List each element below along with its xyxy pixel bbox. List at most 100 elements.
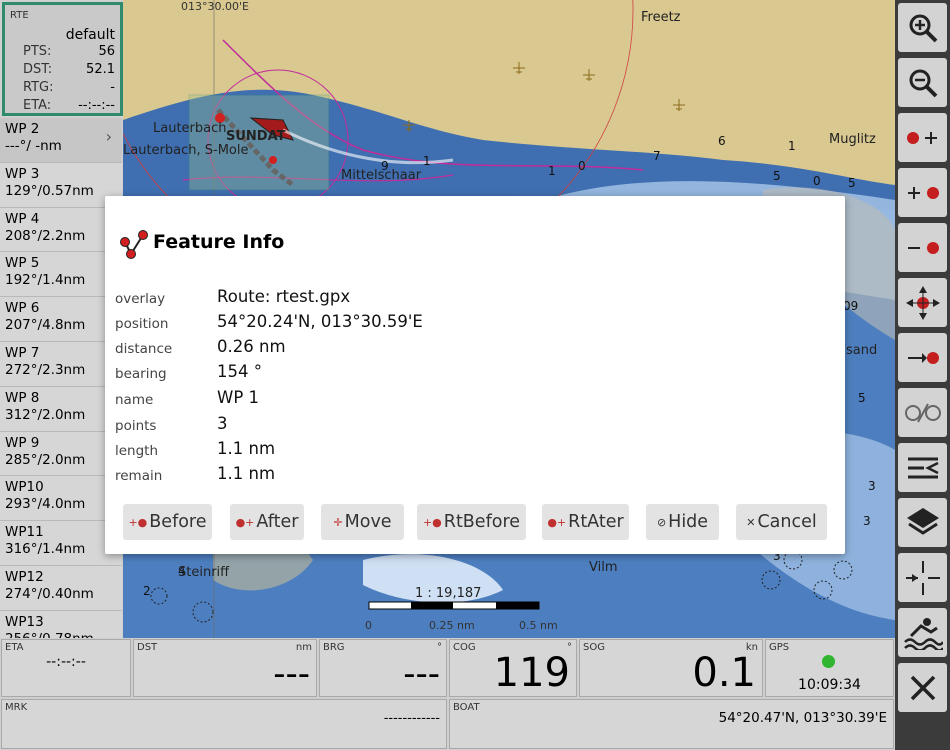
svg-text:09: 09 xyxy=(843,299,858,313)
svg-text:1: 1 xyxy=(548,164,556,178)
move-icon: ✛ xyxy=(333,515,343,529)
eta-cell[interactable]: ETA --:--:-- xyxy=(1,639,131,697)
close-button[interactable] xyxy=(898,663,947,712)
boat-label: BOAT xyxy=(453,702,480,713)
eta-value: --:--:-- xyxy=(46,654,86,670)
boat-cell[interactable]: BOAT 54°20.47'N, 013°30.39'E xyxy=(449,699,894,749)
eta-label: ETA xyxy=(5,642,24,653)
field-overlay: overlay Route: rtest.gpx xyxy=(115,287,351,307)
route-feature-icon xyxy=(120,230,148,259)
sog-label: SOG xyxy=(583,642,605,653)
waypoint-item[interactable]: WP 5 192°/1.4nm xyxy=(0,252,122,298)
sog-cell[interactable]: SOG kn 0.1 xyxy=(579,639,763,697)
dst-cell[interactable]: DST nm --- xyxy=(133,639,317,697)
cog-cell[interactable]: COG ° 119 xyxy=(449,639,577,697)
waypoint-item[interactable]: WP 4 208°/2.2nm xyxy=(0,207,122,253)
field-length: length 1.1 nm xyxy=(115,439,276,459)
waypoint-item[interactable]: WP11 316°/1.4nm xyxy=(0,521,122,566)
center-icon xyxy=(905,285,940,320)
brg-cell[interactable]: BRG ° --- xyxy=(319,639,447,697)
svg-text:3: 3 xyxy=(868,479,876,493)
waypoint-item[interactable]: WP10 293°/4.0nm xyxy=(0,476,122,522)
waypoint-item[interactable]: WP12 274°/0.40nm xyxy=(0,565,122,611)
move-button[interactable]: ✛ Move xyxy=(321,504,404,540)
gps-cell[interactable]: GPS 10:09:34 xyxy=(765,639,894,697)
hide-button[interactable]: ⊘ Hide xyxy=(646,504,719,540)
center-waypoint-button[interactable] xyxy=(898,278,947,327)
map-label-lauterbach: Lauterbach xyxy=(153,121,227,136)
route-before-icon: +● xyxy=(422,515,442,529)
before-button[interactable]: +● Before xyxy=(123,504,212,540)
cog-label: COG xyxy=(453,642,476,653)
center-boat-icon xyxy=(905,560,940,595)
cancel-button[interactable]: ✕ Cancel xyxy=(736,504,827,540)
remove-waypoint-icon xyxy=(907,241,939,254)
route-summary[interactable]: RTE default PTS: 56 DST: 52.1 RTG: - ETA: --… xyxy=(2,2,123,116)
map-label-sundat: SUNDAT xyxy=(226,129,286,144)
brg-label: BRG xyxy=(323,642,345,653)
layers-button[interactable] xyxy=(898,498,947,547)
rtafter-button[interactable]: ●+ RtAter xyxy=(542,504,629,540)
svg-text:0: 0 xyxy=(813,174,821,188)
zoom-in-button[interactable] xyxy=(898,3,947,52)
anchor-watch-button[interactable] xyxy=(898,608,947,657)
waypoint-item[interactable]: WP 2 ---°/ -nm › xyxy=(0,118,122,163)
waypoint-item[interactable]: WP 8 312°/2.0nm xyxy=(0,386,122,432)
route-toggle-button[interactable] xyxy=(898,388,947,437)
map-label-longitude: 013°30.00'E xyxy=(181,0,249,13)
waypoint-item[interactable]: WP 9 285°/2.0nm xyxy=(0,431,122,477)
dialog-title: Feature Info xyxy=(153,231,285,253)
goto-waypoint-icon xyxy=(907,351,939,364)
svg-text:0: 0 xyxy=(578,159,586,173)
zoom-out-button[interactable] xyxy=(898,58,947,107)
field-distance: distance 0.26 nm xyxy=(115,337,286,357)
insert-before-button[interactable] xyxy=(898,168,947,217)
svg-text:1: 1 xyxy=(423,154,431,168)
waypoint-info: 274°/0.40nm xyxy=(5,585,94,602)
waypoint-info: 256°/0.78nm xyxy=(5,631,122,638)
waypoint-item[interactable]: WP13256°/0.78nm xyxy=(0,610,122,638)
mrk-cell[interactable]: MRK ------------ xyxy=(1,699,447,749)
svg-text:6: 6 xyxy=(718,134,726,148)
map-label-lauterbach-mole: Lauterbach, S-Mole xyxy=(123,143,249,158)
insert-before-icon xyxy=(907,186,939,199)
svg-text:5: 5 xyxy=(773,169,781,183)
svg-text:1: 1 xyxy=(788,139,796,153)
status-bar: ETA --:--:-- DST nm --- BRG ° --- COG ° … xyxy=(0,638,895,750)
close-icon: ✕ xyxy=(746,515,756,529)
map-label-sand: sand xyxy=(846,343,878,358)
scale-bar xyxy=(368,601,540,610)
add-waypoint-button[interactable] xyxy=(898,113,947,162)
map-label-vilm: Vilm xyxy=(589,560,618,575)
field-remain: remain 1.1 nm xyxy=(115,464,276,484)
svg-text:3: 3 xyxy=(863,514,871,528)
svg-text:2: 2 xyxy=(143,584,151,598)
route-toggle-icon xyxy=(904,403,941,422)
sog-value: 0.1 xyxy=(692,650,756,696)
svg-text:5: 5 xyxy=(848,176,856,190)
svg-text:7: 7 xyxy=(653,149,661,163)
waypoint-item[interactable]: WP 7 272°/2.3nm xyxy=(0,341,122,387)
layers-icon xyxy=(906,507,939,535)
dst-unit: nm xyxy=(295,642,312,653)
cog-value: 119 xyxy=(493,650,570,696)
gps-time: 10:09:34 xyxy=(798,677,861,693)
scale-tick-025: 0.25 nm xyxy=(429,619,475,632)
route-stat-eta: ETA: --:--:-- xyxy=(23,98,115,113)
waypoint-name: WP12 xyxy=(5,568,44,585)
remove-waypoint-button[interactable] xyxy=(898,223,947,272)
route-stat-pts: PTS: 56 xyxy=(23,44,115,59)
svg-text:5: 5 xyxy=(858,391,866,405)
after-button[interactable]: ●+ After xyxy=(230,504,304,540)
waypoint-item[interactable]: WP 6 207°/4.8nm xyxy=(0,297,122,342)
center-boat-button[interactable] xyxy=(898,553,947,602)
rtbefore-button[interactable]: +● RtBefore xyxy=(417,504,526,540)
mrk-value: ------------ xyxy=(383,711,440,726)
waypoint-name: WP 2 xyxy=(5,121,40,137)
brg-unit: ° xyxy=(437,642,442,653)
goto-waypoint-button[interactable] xyxy=(898,333,947,382)
mrk-label: MRK xyxy=(5,702,28,713)
route-list-button[interactable] xyxy=(898,443,947,492)
waypoint-item[interactable]: WP 3 129°/0.57nm xyxy=(0,162,122,208)
gps-status-indicator xyxy=(822,655,835,668)
